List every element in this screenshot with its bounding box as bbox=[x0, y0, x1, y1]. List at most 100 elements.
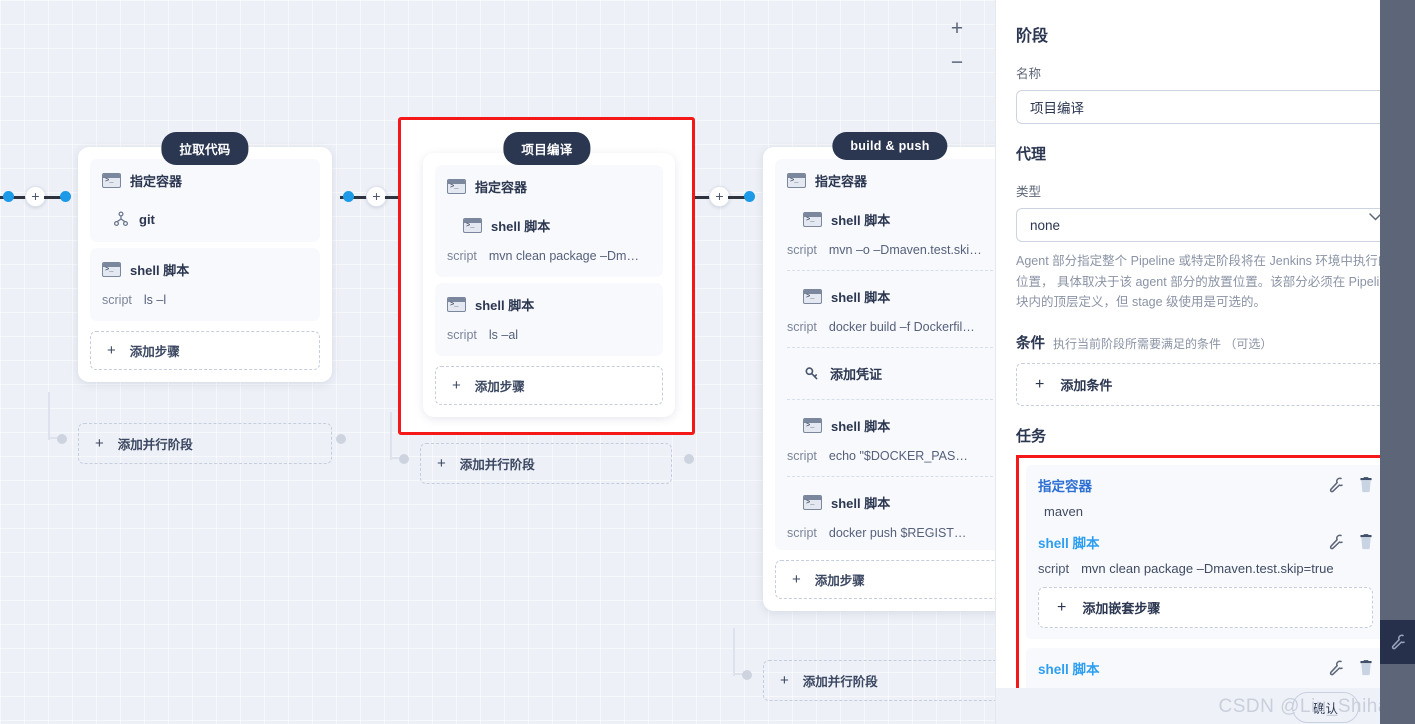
add-parallel-stage-button-1[interactable]: + 添加并行阶段 bbox=[420, 443, 672, 484]
plus-icon: + bbox=[437, 455, 446, 472]
add-nested-step-button[interactable]: + 添加嵌套步骤 bbox=[1038, 586, 1373, 628]
step-header-shell-4[interactable]: shell 脚本 bbox=[803, 493, 993, 512]
step-header-shell-1[interactable]: shell 脚本 bbox=[803, 210, 993, 229]
step-header-credential[interactable]: 添加凭证 bbox=[803, 364, 993, 383]
add-parallel-label: 添加并行阶段 bbox=[802, 675, 878, 689]
insert-stage-button[interactable]: + bbox=[709, 186, 730, 207]
nested-task-header: shell 脚本 bbox=[1038, 532, 1373, 552]
step-header-container[interactable]: 指定容器 bbox=[447, 177, 651, 196]
agent-type-select[interactable] bbox=[1016, 208, 1395, 242]
script-value: mvn –o –Dmaven.test.ski… bbox=[828, 243, 982, 257]
confirm-button[interactable]: 确认 bbox=[1291, 692, 1359, 723]
stage-title-0[interactable]: 拉取代码 bbox=[161, 132, 249, 165]
connector-dot[interactable] bbox=[744, 191, 755, 202]
nested-task-script: script mvn clean package –Dmaven.test.sk… bbox=[1038, 561, 1373, 576]
add-step-button-2[interactable]: + 添加步骤 bbox=[775, 560, 995, 599]
collapse-handle[interactable] bbox=[1380, 620, 1415, 664]
step-group-container[interactable]: 指定容器 shell 脚本 script mvn –o –Dmaven.test… bbox=[775, 159, 995, 550]
step-group-shell[interactable]: shell 脚本 script ls –al bbox=[435, 283, 663, 356]
insert-stage-button[interactable]: + bbox=[25, 186, 46, 207]
plus-icon: + bbox=[1035, 375, 1045, 393]
stage-properties-panel: 阶段 名称 代理 类型 Agent 部分指定整个 Pipeline 或特定阶段将… bbox=[995, 0, 1415, 724]
terminal-icon bbox=[803, 418, 822, 433]
step-header-container[interactable]: 指定容器 bbox=[787, 171, 993, 190]
tasks-section-title: 任务 bbox=[1016, 427, 1047, 445]
key-icon bbox=[803, 365, 821, 383]
step-header-container[interactable]: 指定容器 bbox=[102, 171, 308, 190]
wrench-icon[interactable] bbox=[1329, 660, 1343, 676]
branch-dot[interactable] bbox=[684, 454, 694, 464]
branch-dot[interactable] bbox=[57, 434, 67, 444]
terminal-icon bbox=[447, 179, 466, 194]
step-group-container[interactable]: 指定容器 shell 脚本 script mvn clean package –… bbox=[435, 165, 663, 277]
branch-dot[interactable] bbox=[336, 434, 346, 444]
step-header-shell-2[interactable]: shell 脚本 bbox=[803, 287, 993, 306]
panel-scroll-area[interactable]: 阶段 名称 代理 类型 Agent 部分指定整个 Pipeline 或特定阶段将… bbox=[996, 0, 1415, 688]
add-step-button-1[interactable]: + 添加步骤 bbox=[435, 366, 663, 405]
pipeline-editor: + − + + + 拉取代码 >_ 指定容器 git >_ shell 脚本 s… bbox=[0, 0, 1415, 724]
connector-dot[interactable] bbox=[343, 191, 354, 202]
connector-dot[interactable] bbox=[3, 191, 14, 202]
step-header-shell[interactable]: shell 脚本 bbox=[102, 260, 308, 279]
agent-help-text: Agent 部分指定整个 Pipeline 或特定阶段将在 Jenkins 环境… bbox=[1016, 254, 1394, 310]
wrench-icon[interactable] bbox=[1329, 534, 1343, 550]
step-header-shell[interactable]: shell 脚本 bbox=[447, 295, 651, 314]
agent-section-title: 代理 bbox=[1016, 146, 1047, 163]
script-row: script docker build –f Dockerfil… bbox=[787, 320, 993, 334]
zoom-in-button[interactable]: + bbox=[944, 18, 970, 39]
condition-header: 条件 执行当前阶段所需要满足的条件 （可选） bbox=[1016, 332, 1395, 353]
terminal-icon bbox=[102, 173, 121, 188]
task-actions bbox=[1329, 476, 1373, 493]
step-header-shell-3[interactable]: shell 脚本 bbox=[803, 416, 993, 435]
name-field-label: 名称 bbox=[1016, 67, 1042, 81]
add-parallel-stage-button-0[interactable]: + 添加并行阶段 bbox=[78, 423, 332, 464]
stage-title-2[interactable]: build & push bbox=[832, 132, 948, 160]
script-row: script echo "$DOCKER_PAS… bbox=[787, 449, 993, 463]
step-header-git[interactable]: git bbox=[112, 210, 308, 228]
git-icon bbox=[112, 210, 130, 228]
trash-icon[interactable] bbox=[1359, 533, 1373, 550]
add-step-label: 添加步骤 bbox=[814, 574, 865, 588]
task-name[interactable]: 指定容器 bbox=[1038, 475, 1329, 495]
script-key: script bbox=[787, 526, 817, 540]
step-label: shell 脚本 bbox=[831, 419, 891, 434]
agent-type-select-wrap[interactable] bbox=[1016, 200, 1395, 242]
step-label: shell 脚本 bbox=[491, 219, 551, 234]
branch-dot[interactable] bbox=[742, 670, 752, 680]
script-key: script bbox=[447, 249, 477, 263]
task-card-shell[interactable]: shell 脚本 script ls –al bbox=[1026, 647, 1385, 688]
stage-title-1[interactable]: 项目编译 bbox=[503, 132, 591, 165]
terminal-icon bbox=[803, 495, 822, 510]
step-label: git bbox=[139, 211, 155, 227]
stage-card-2[interactable]: 指定容器 shell 脚本 script mvn –o –Dmaven.test… bbox=[763, 147, 995, 611]
script-value: echo "$DOCKER_PAS… bbox=[828, 449, 968, 463]
add-parallel-label: 添加并行阶段 bbox=[459, 458, 535, 472]
step-group-container[interactable]: 指定容器 git bbox=[90, 159, 320, 242]
task-actions bbox=[1329, 659, 1373, 676]
add-step-button-0[interactable]: + 添加步骤 bbox=[90, 331, 320, 370]
panel-footer: 确认 CSDN @Liu_Shihao bbox=[996, 688, 1415, 724]
nested-task-name[interactable]: shell 脚本 bbox=[1038, 532, 1329, 552]
terminal-icon bbox=[803, 212, 822, 227]
wrench-icon[interactable] bbox=[1329, 477, 1343, 493]
add-parallel-stage-button-2[interactable]: + 添加并行阶段 bbox=[763, 660, 995, 701]
step-label: shell 脚本 bbox=[475, 298, 535, 313]
connector-dot[interactable] bbox=[60, 191, 71, 202]
add-condition-button[interactable]: + 添加条件 bbox=[1016, 362, 1395, 406]
trash-icon[interactable] bbox=[1359, 659, 1373, 676]
task-header: 指定容器 bbox=[1038, 475, 1373, 495]
divider bbox=[787, 347, 993, 348]
pipeline-canvas[interactable]: + − + + + 拉取代码 >_ 指定容器 git >_ shell 脚本 s… bbox=[0, 0, 995, 724]
task-card-container[interactable]: 指定容器 maven shell 脚本 script mvn clean pac… bbox=[1026, 464, 1385, 639]
trash-icon[interactable] bbox=[1359, 476, 1373, 493]
divider bbox=[787, 399, 993, 400]
branch-dot[interactable] bbox=[399, 454, 409, 464]
step-group-shell[interactable]: shell 脚本 script ls –l bbox=[90, 248, 320, 321]
stage-card-0[interactable]: 指定容器 git shell 脚本 script bbox=[78, 147, 332, 382]
zoom-out-button[interactable]: − bbox=[944, 52, 970, 73]
insert-stage-button[interactable]: + bbox=[366, 186, 387, 207]
stage-name-input[interactable] bbox=[1016, 90, 1395, 124]
step-header-nested-shell[interactable]: shell 脚本 bbox=[463, 216, 651, 235]
task-name[interactable]: shell 脚本 bbox=[1038, 658, 1329, 678]
plus-icon: + bbox=[780, 672, 789, 689]
